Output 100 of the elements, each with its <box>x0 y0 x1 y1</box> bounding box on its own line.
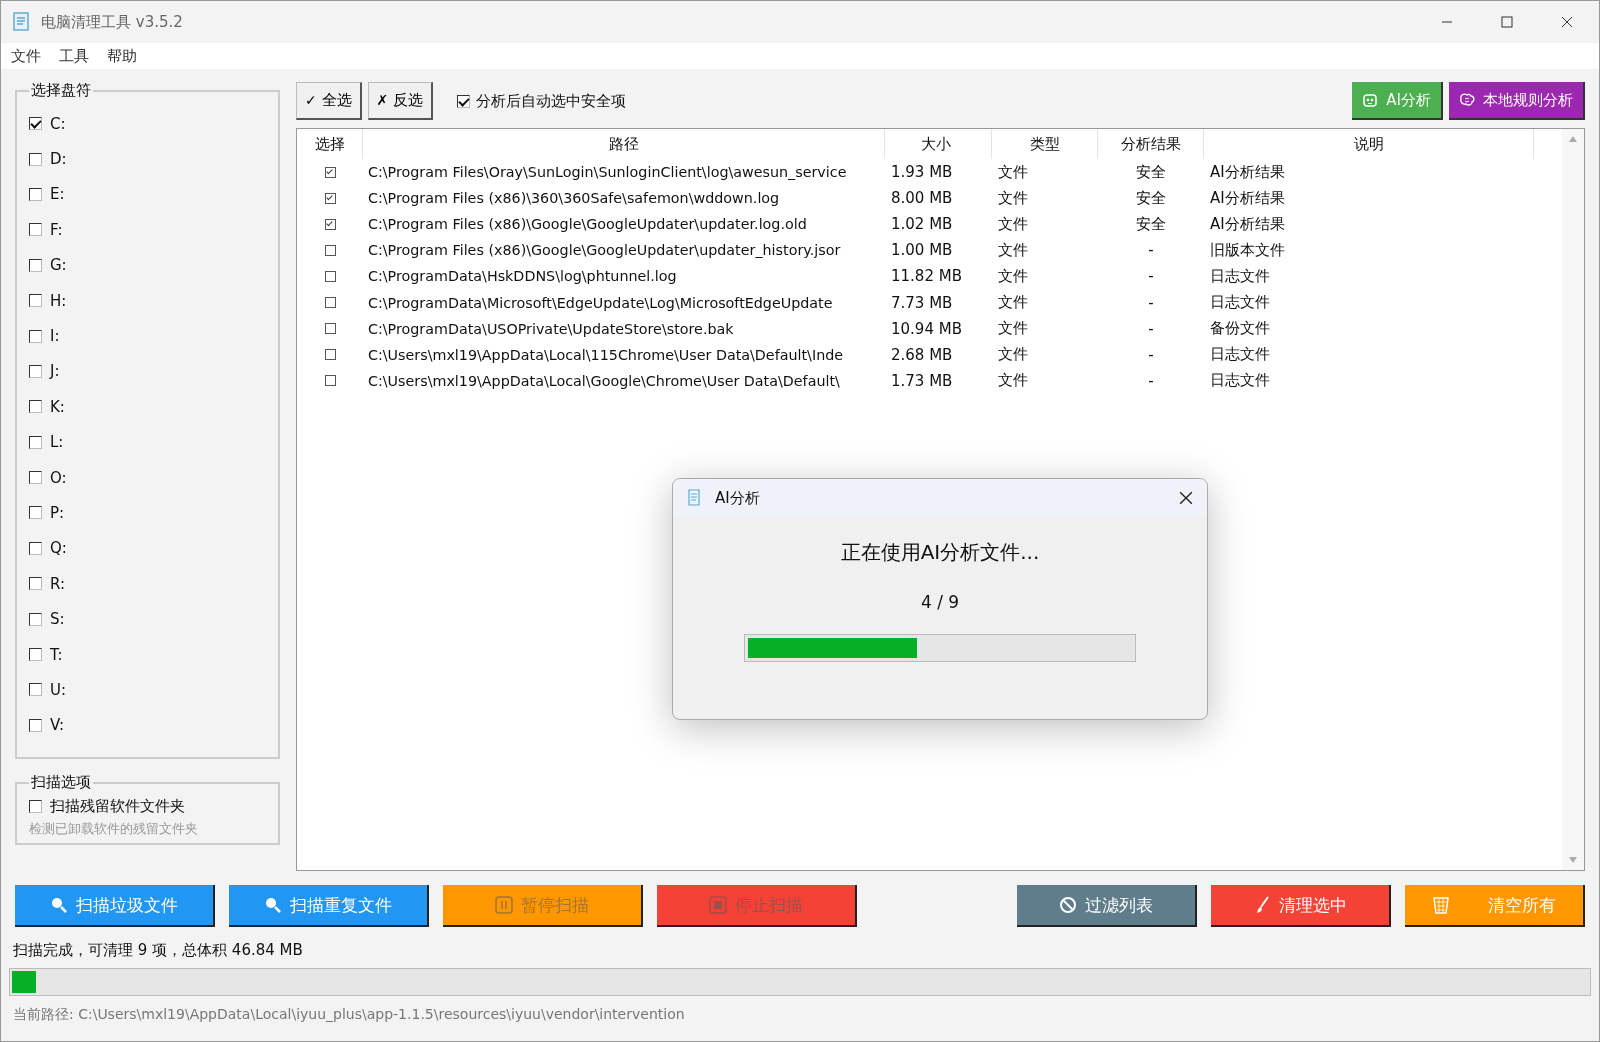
drive-label: O: <box>50 468 67 487</box>
table-cell-text: 日志文件 <box>1209 293 1271 312</box>
checkbox[interactable] <box>29 683 42 697</box>
table-cell-text: 1.93 MB <box>890 163 954 182</box>
close-icon[interactable] <box>1561 16 1573 28</box>
row-checkbox[interactable] <box>324 375 336 387</box>
menu-item[interactable]: 工具 <box>59 46 89 66</box>
menu-item[interactable]: 帮助 <box>107 46 137 66</box>
status-text: 扫描完成，可清理 9 项，总体积 46.84 MB <box>12 940 304 961</box>
action-button[interactable]: 过滤列表 <box>1017 885 1197 927</box>
column-header[interactable]: 大小 <box>885 129 992 159</box>
brain-icon <box>1459 92 1475 108</box>
table-cell-text: C:\ProgramData\USOPrivate\UpdateStore\store.bak <box>367 320 735 337</box>
table-cell-text: - <box>1147 267 1155 286</box>
checkbox[interactable] <box>29 187 42 201</box>
stop-icon <box>709 896 727 914</box>
column-header[interactable]: 路径 <box>363 129 885 159</box>
table-cell-text: C:\ProgramData\HskDDNS\log\phtunnel.log <box>367 268 678 285</box>
table-cell-text: 文件 <box>997 345 1029 365</box>
checkbox[interactable] <box>457 94 471 108</box>
drive-label: S: <box>50 610 65 629</box>
table-cell-text: - <box>1147 345 1155 364</box>
checkbox[interactable] <box>29 799 42 813</box>
table-cell-text: 旧版本文件 <box>1209 240 1286 260</box>
table-cell-text: 8.00 MB <box>890 189 954 208</box>
row-checkbox[interactable] <box>324 297 336 308</box>
table-cell-text: - <box>1147 293 1155 312</box>
column-header[interactable]: 类型 <box>992 129 1098 159</box>
no-entry-icon <box>1059 896 1077 914</box>
checkbox[interactable] <box>29 541 42 555</box>
table-cell-text: 文件 <box>997 188 1029 208</box>
checkbox[interactable] <box>29 648 42 662</box>
table-cell-text: 日志文件 <box>1209 371 1271 391</box>
row-checkbox[interactable] <box>324 270 336 282</box>
row-checkbox[interactable] <box>324 244 336 256</box>
checkbox[interactable] <box>29 506 42 520</box>
select-all-button[interactable]: ✓ 全选 <box>296 82 362 120</box>
row-checkbox[interactable] <box>324 166 336 178</box>
table-cell-text: 日志文件 <box>1209 266 1271 286</box>
column-header[interactable]: 说明 <box>1204 129 1534 159</box>
maximize-icon[interactable] <box>1501 16 1513 28</box>
checkbox[interactable] <box>29 152 42 166</box>
checkbox[interactable] <box>29 294 42 308</box>
option-label: 扫描残留软件文件夹 <box>50 796 185 816</box>
checkbox[interactable] <box>29 435 42 449</box>
drive-label: U: <box>50 680 67 699</box>
invert-selection-button[interactable]: ✗ 反选 <box>367 82 434 120</box>
table-cell-text: 1.00 MB <box>890 241 954 260</box>
table-cell-text: C:\Program Files (x86)\360\360Safe\safemon\wddown.log <box>367 190 781 207</box>
current-path: 当前路径: C:\Users\mxl19\AppData\Local\iyuu_plus\app-1.1.5\resources\iyuu\vendor\intervention <box>12 1005 686 1024</box>
checkbox[interactable] <box>29 117 42 131</box>
checkbox[interactable] <box>29 471 42 485</box>
close-icon[interactable] <box>1179 491 1193 505</box>
dialog-message: 正在使用AI分析文件... <box>840 539 1040 566</box>
row-checkbox[interactable] <box>324 192 336 204</box>
table-cell-text: - <box>1147 241 1155 260</box>
table-cell-text: 11.82 MB <box>890 267 963 286</box>
drive-label: P: <box>50 504 65 522</box>
table-cell-text: AI分析结果 <box>1209 162 1286 182</box>
progress-count: 4 / 9 <box>920 592 960 612</box>
table-cell-text: AI分析结果 <box>1209 188 1286 208</box>
row-checkbox[interactable] <box>324 323 336 335</box>
column-header[interactable]: 分析结果 <box>1098 129 1204 159</box>
menu-item[interactable]: 文件 <box>11 46 41 66</box>
table-cell-text: 文件 <box>997 162 1029 182</box>
checkbox[interactable] <box>29 612 42 626</box>
table-cell-text: AI分析结果 <box>1209 214 1286 234</box>
drive-label: J: <box>50 362 60 381</box>
checkbox[interactable] <box>29 223 42 237</box>
checkbox[interactable] <box>29 577 42 591</box>
column-header[interactable]: 选择 <box>297 129 363 159</box>
row-checkbox[interactable] <box>324 349 336 361</box>
checkbox-label: 分析后自动选中安全项 <box>476 91 627 111</box>
checkbox[interactable] <box>29 258 42 272</box>
action-button[interactable]: 清理选中 <box>1211 885 1391 927</box>
table-cell-text: 1.73 MB <box>890 371 954 390</box>
checkbox[interactable] <box>29 718 42 732</box>
checkbox[interactable] <box>29 364 42 378</box>
robot-icon <box>1362 92 1379 108</box>
row-checkbox[interactable] <box>324 218 336 230</box>
checkbox[interactable] <box>29 400 42 414</box>
app-icon <box>13 12 31 32</box>
drive-label: V: <box>50 716 65 735</box>
checkbox[interactable] <box>29 329 42 343</box>
drive-label: H: <box>50 291 67 310</box>
table-cell-text: 安全 <box>1135 214 1167 234</box>
table-cell-text: 日志文件 <box>1209 345 1271 365</box>
search-icon <box>264 896 282 914</box>
search-icon <box>50 896 68 914</box>
pause-icon <box>495 896 513 914</box>
table-cell-text: C:\ProgramData\Microsoft\EdgeUpdate\Log\MicrosoftEdgeUpdate <box>367 294 834 311</box>
trash-icon <box>1432 896 1450 914</box>
table-cell-text: - <box>1147 371 1155 390</box>
table-cell-text: 1.02 MB <box>890 215 954 234</box>
table-cell-text: C:\Program Files\Oray\SunLogin\SunloginClient\log\awesun_service <box>367 164 848 181</box>
drive-label: T: <box>50 645 63 664</box>
table-cell-text: 文件 <box>997 266 1029 286</box>
analysis-button[interactable]: 本地规则分析 <box>1449 82 1585 120</box>
table-cell-text: 文件 <box>997 371 1029 391</box>
table-cell-text: 备份文件 <box>1209 319 1271 339</box>
